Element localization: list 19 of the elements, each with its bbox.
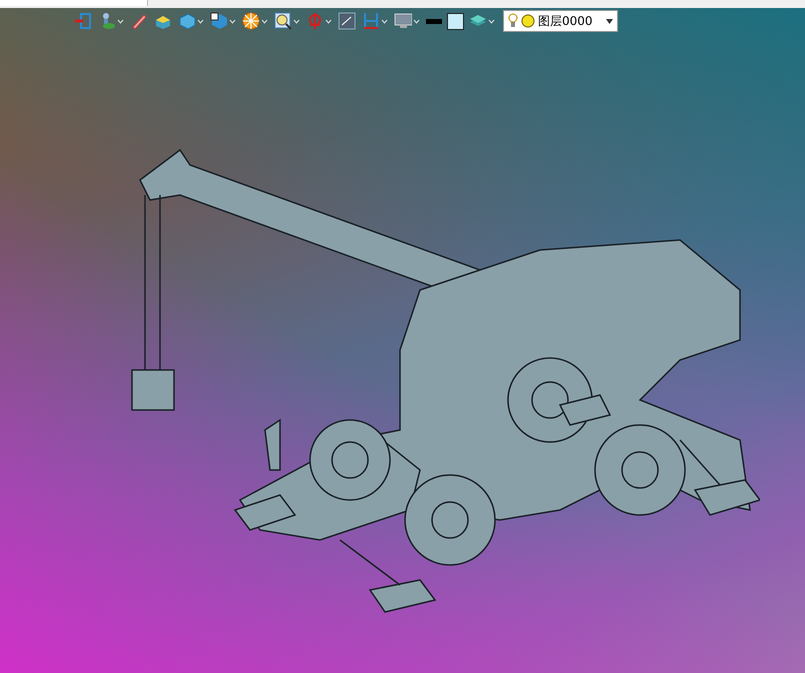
zoom-icon — [274, 12, 292, 30]
sun-icon — [521, 14, 535, 28]
dimension-icon — [362, 12, 380, 30]
layer-dropdown[interactable]: 图层0000 — [503, 10, 618, 32]
exit-tool-button[interactable] — [72, 10, 94, 32]
zoom-tool-button[interactable] — [272, 10, 302, 32]
lightbulb-icon — [508, 13, 518, 29]
layer-name: 图层0000 — [538, 13, 594, 30]
cube-tool-button[interactable] — [208, 10, 238, 32]
frame-icon — [338, 12, 356, 30]
cube-icon — [178, 12, 196, 30]
frame-tool-button[interactable] — [336, 10, 358, 32]
wheel-tool-button[interactable] — [240, 10, 270, 32]
pen-icon — [130, 12, 148, 30]
dropdown-arrow-icon — [606, 18, 613, 24]
monitor-icon — [394, 12, 412, 30]
exit-icon — [74, 12, 92, 30]
cube-icon — [210, 12, 228, 30]
wheel-icon — [242, 12, 260, 30]
